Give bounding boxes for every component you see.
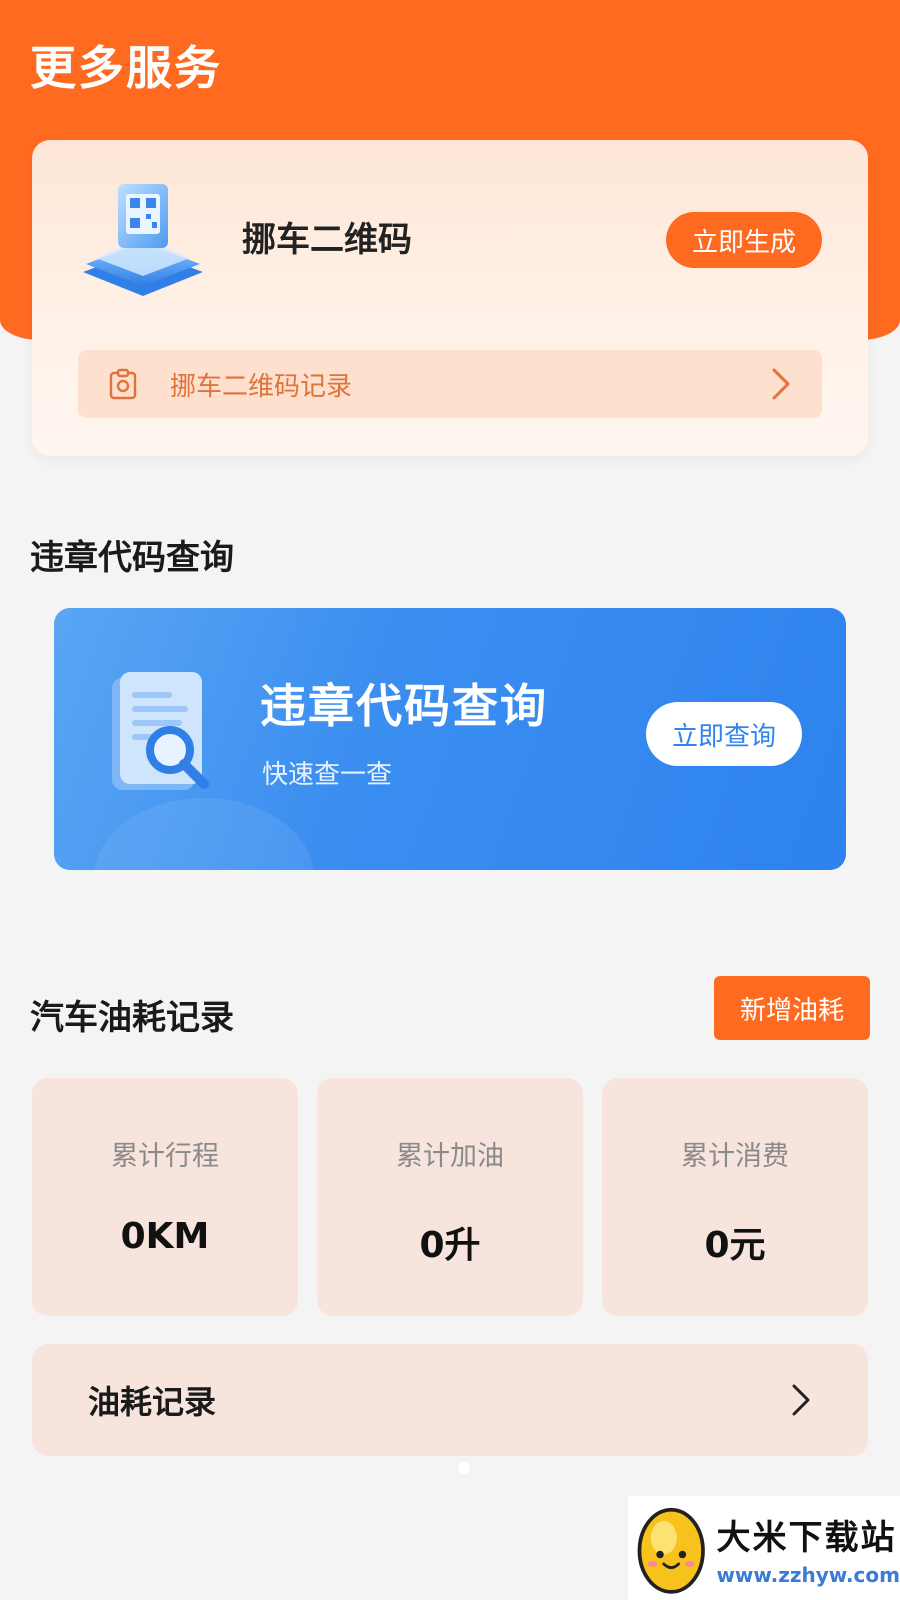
stat-label: 累计消费	[681, 1141, 789, 1172]
qr-code-card: 挪车二维码 立即生成 挪车二维码记录	[32, 140, 868, 456]
stat-card-mileage: 累计行程 0KM	[32, 1078, 298, 1316]
stat-card-expense: 累计消费 0元	[602, 1078, 868, 1316]
violation-query-banner[interactable]: 违章代码查询 快速查一查 立即查询	[54, 608, 846, 870]
document-search-icon	[112, 672, 209, 790]
stat-label: 累计行程	[111, 1141, 219, 1172]
watermark-name: 大米下载站	[716, 1517, 897, 1558]
qr-record-label: 挪车二维码记录	[170, 371, 353, 402]
violation-section-title: 违章代码查询	[30, 538, 234, 578]
fuel-record-label: 油耗记录	[88, 1383, 217, 1421]
fuel-section-title: 汽车油耗记录	[30, 998, 234, 1038]
watermark-text: 大米下载站 www.zzhyw.com	[716, 1510, 900, 1587]
stat-value: 0KM	[120, 1216, 210, 1257]
banner-subtitle: 快速查一查	[262, 760, 393, 790]
qr-record-link[interactable]: 挪车二维码记录	[78, 350, 822, 418]
banner-title: 违章代码查询	[260, 679, 548, 733]
generate-qr-button[interactable]: 立即生成	[666, 212, 822, 268]
stat-value: 0升	[419, 1225, 481, 1266]
chevron-right-icon	[792, 1384, 810, 1416]
rice-mascot-logo	[637, 1507, 705, 1594]
watermark-url: www.zzhyw.com	[716, 1562, 900, 1587]
qr-code-icon	[83, 184, 203, 296]
clipboard-icon	[109, 368, 137, 400]
watermark: 大米下载站 www.zzhyw.com	[628, 1496, 900, 1600]
page-title: 更多服务	[30, 41, 222, 95]
stat-card-refuel: 累计加油 0升	[317, 1078, 583, 1316]
page-indicator-dot	[458, 1462, 470, 1474]
fuel-record-link[interactable]: 油耗记录	[32, 1344, 868, 1456]
query-button[interactable]: 立即查询	[646, 702, 802, 766]
stat-value: 0元	[704, 1225, 766, 1266]
chevron-right-icon	[772, 368, 790, 400]
qr-card-title: 挪车二维码	[242, 220, 412, 260]
banner-glow	[94, 798, 314, 870]
add-fuel-button[interactable]: 新增油耗	[714, 976, 870, 1040]
stat-label: 累计加油	[396, 1141, 504, 1172]
